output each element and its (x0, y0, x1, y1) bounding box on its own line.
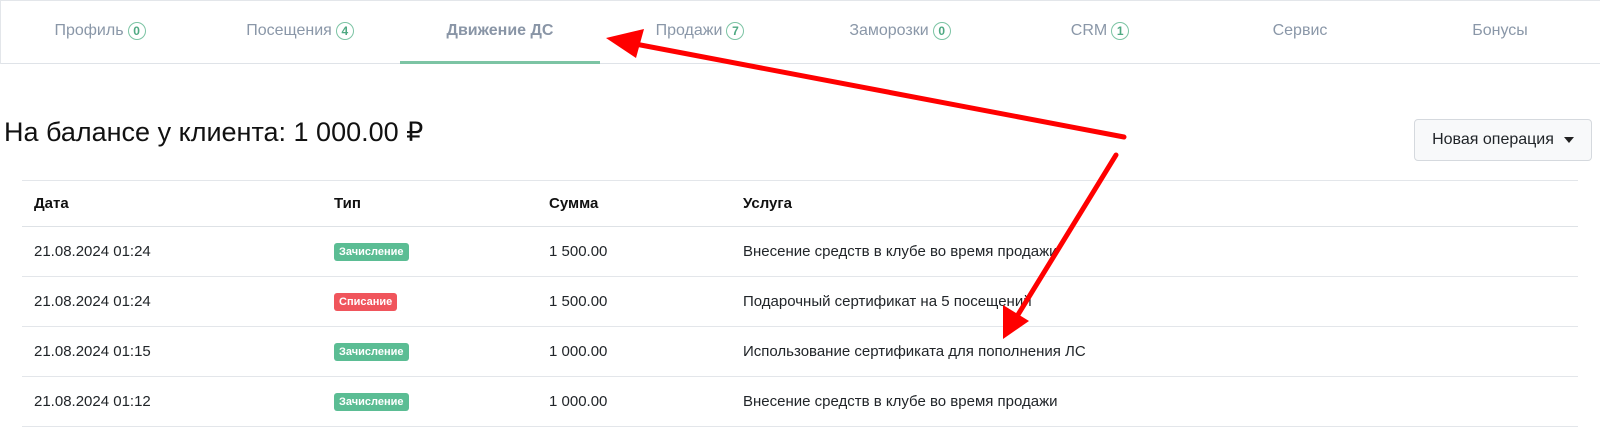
row-service: Подарочный сертификат на 5 посещений (731, 276, 1578, 327)
operations-table: Дата Тип Сумма Услуга 21.08.2024 01:24 З… (22, 180, 1578, 427)
row-amount: 1 000.00 (537, 376, 731, 427)
column-header-service: Услуга (731, 180, 1578, 227)
caret-down-icon (1563, 137, 1574, 143)
tab-count-badge: 0 (127, 22, 146, 40)
tab-label: Сервис (1272, 22, 1328, 39)
row-type-cell: Зачисление (322, 376, 537, 427)
client-balance-heading: На балансе у клиента: 1 000.00 ₽ (4, 117, 424, 147)
tab-label: CRM (1070, 22, 1108, 39)
column-header-date: Дата (22, 180, 322, 227)
client-tabs: Профиль 0 Посещения 4 Движение ДС Продаж… (0, 0, 1600, 64)
table-header-row: Дата Тип Сумма Услуга (22, 180, 1578, 227)
column-header-type: Тип (322, 180, 537, 227)
tab-label: Посещения (246, 22, 332, 39)
tab-label: Бонусы (1472, 22, 1528, 39)
tab-money-movement[interactable]: Движение ДС (400, 1, 600, 64)
table-row: 21.08.2024 01:12 Зачисление 1 000.00 Вне… (22, 376, 1578, 427)
tab-label: Продажи (655, 22, 723, 39)
tab-count-badge: 1 (1111, 22, 1130, 40)
tab-count-badge: 7 (726, 22, 745, 40)
row-amount: 1 500.00 (537, 276, 731, 327)
new-operation-dropdown-button[interactable]: Новая операция (1414, 119, 1592, 161)
type-badge-credit: Зачисление (334, 393, 409, 411)
tab-label: Профиль (54, 22, 124, 39)
tab-crm[interactable]: CRM 1 (1000, 1, 1200, 61)
tab-service[interactable]: Сервис (1200, 1, 1400, 61)
tab-label: Заморозки (849, 22, 929, 39)
row-service: Использование сертификата для пополнения… (731, 326, 1578, 377)
tab-freezes[interactable]: Заморозки 0 (800, 1, 1000, 61)
row-type-cell: Списание (322, 276, 537, 327)
new-operation-label: Новая операция (1432, 131, 1554, 148)
row-date: 21.08.2024 01:12 (22, 376, 322, 427)
row-amount: 1 500.00 (537, 226, 731, 277)
type-badge-debit: Списание (334, 293, 398, 311)
row-type-cell: Зачисление (322, 326, 537, 377)
type-badge-credit: Зачисление (334, 343, 409, 361)
tab-sales[interactable]: Продажи 7 (600, 1, 800, 61)
row-amount: 1 000.00 (537, 326, 731, 377)
row-type-cell: Зачисление (322, 226, 537, 277)
row-service: Внесение средств в клубе во время продаж… (731, 226, 1578, 277)
tab-profile[interactable]: Профиль 0 (0, 1, 200, 61)
row-date: 21.08.2024 01:24 (22, 226, 322, 277)
table-row: 21.08.2024 01:24 Списание 1 500.00 Подар… (22, 276, 1578, 327)
client-card-page: Профиль 0 Посещения 4 Движение ДС Продаж… (0, 0, 1600, 430)
row-date: 21.08.2024 01:15 (22, 326, 322, 377)
table-row: 21.08.2024 01:24 Зачисление 1 500.00 Вне… (22, 226, 1578, 277)
table-row: 21.08.2024 01:15 Зачисление 1 000.00 Исп… (22, 326, 1578, 377)
column-header-amount: Сумма (537, 180, 731, 227)
row-service: Внесение средств в клубе во время продаж… (731, 376, 1578, 427)
tab-count-badge: 0 (932, 22, 951, 40)
tab-bonuses[interactable]: Бонусы (1400, 1, 1600, 61)
row-date: 21.08.2024 01:24 (22, 276, 322, 327)
tab-count-badge: 4 (335, 22, 354, 40)
type-badge-credit: Зачисление (334, 243, 409, 261)
tab-label: Движение ДС (446, 22, 554, 39)
tab-visits[interactable]: Посещения 4 (200, 1, 400, 61)
